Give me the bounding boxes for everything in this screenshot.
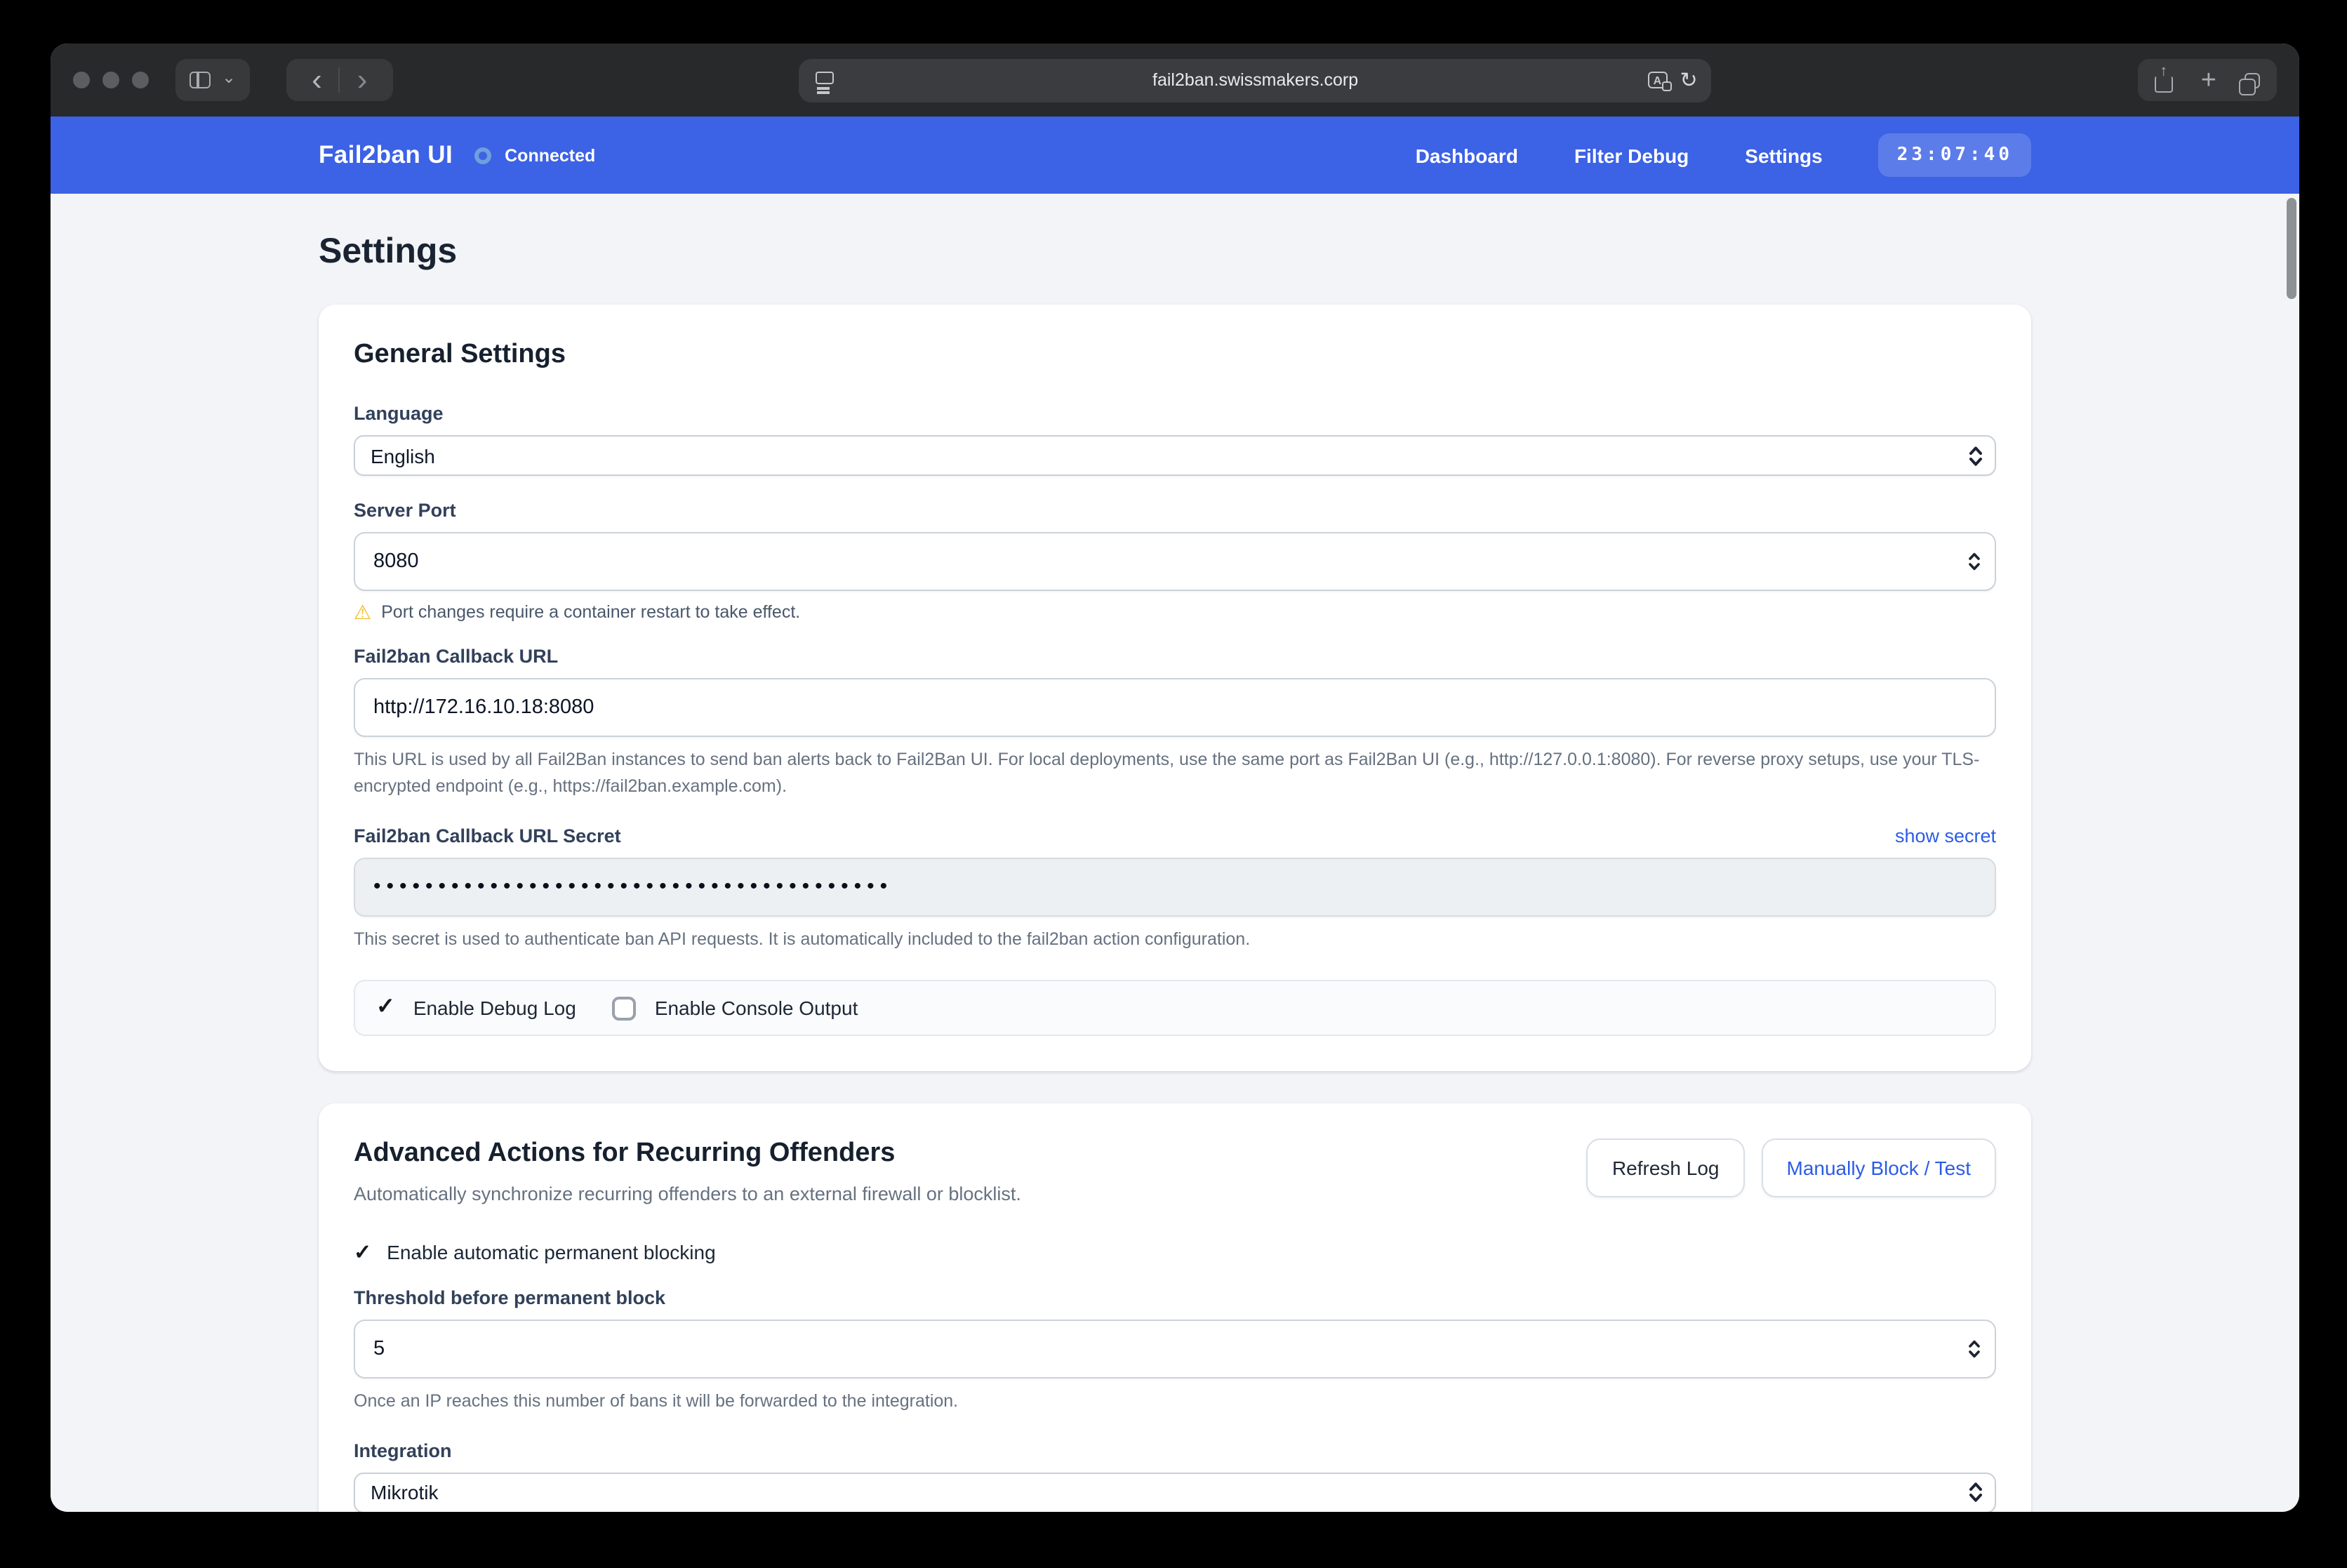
scrollbar-thumb[interactable] bbox=[2287, 198, 2296, 299]
general-settings-card: General Settings Language English Server… bbox=[319, 305, 2031, 1071]
toolbar-buttons: ↑ + bbox=[2138, 59, 2277, 101]
auto-permanent-blocking-label: Enable automatic permanent blocking bbox=[387, 1241, 716, 1263]
debug-log-checkbox[interactable]: ✓ bbox=[376, 997, 395, 1019]
clock-badge: 23:07:40 bbox=[1879, 133, 2031, 177]
manually-block-test-button[interactable]: Manually Block / Test bbox=[1762, 1138, 1997, 1197]
integration-label: Integration bbox=[354, 1440, 1996, 1461]
warning-icon: ⚠ bbox=[354, 602, 371, 622]
logging-options-panel: ✓ Enable Debug Log Enable Console Output bbox=[354, 980, 1996, 1036]
close-button[interactable] bbox=[73, 72, 90, 88]
select-caret-icon bbox=[1968, 1480, 1983, 1505]
browser-window: ⌄ ‹ › fail2ban.swissmakers.corp A ↻ bbox=[51, 44, 2299, 1512]
page-title: Settings bbox=[319, 232, 2031, 272]
show-secret-link[interactable]: show secret bbox=[1895, 825, 1996, 846]
advanced-actions-subtitle: Automatically synchronize recurring offe… bbox=[354, 1183, 1021, 1204]
app-navbar: Fail2ban UI Connected Dashboard Filter D… bbox=[51, 117, 2299, 194]
urlbar-area: fail2ban.swissmakers.corp A ↻ bbox=[392, 58, 2117, 102]
server-port-label: Server Port bbox=[354, 500, 1996, 521]
server-port-input[interactable] bbox=[354, 532, 1996, 591]
threshold-help: Once an IP reaches this number of bans i… bbox=[354, 1388, 1996, 1416]
callback-secret-input[interactable] bbox=[354, 858, 1996, 917]
debug-log-label: Enable Debug Log bbox=[413, 997, 576, 1019]
translate-badge-icon bbox=[1661, 81, 1671, 91]
connection-status-label: Connected bbox=[505, 145, 595, 165]
back-button[interactable]: ‹ bbox=[295, 62, 339, 98]
minimize-button[interactable] bbox=[102, 72, 119, 88]
refresh-log-button[interactable]: Refresh Log bbox=[1587, 1138, 1745, 1197]
nav-item-dashboard[interactable]: Dashboard bbox=[1416, 144, 1518, 166]
callback-secret-help: This secret is used to authenticate ban … bbox=[354, 926, 1996, 954]
console-output-checkbox[interactable] bbox=[613, 996, 637, 1020]
browser-titlebar: ⌄ ‹ › fail2ban.swissmakers.corp A ↻ bbox=[51, 44, 2299, 117]
tab-overview-icon[interactable] bbox=[2245, 72, 2260, 88]
callback-url-label: Fail2ban Callback URL bbox=[354, 646, 1996, 667]
advanced-actions-heading: Advanced Actions for Recurring Offenders bbox=[354, 1138, 1021, 1169]
sidebar-toggle-button[interactable]: ⌄ bbox=[175, 59, 250, 101]
chevron-down-icon: ⌄ bbox=[222, 69, 236, 86]
page-content: Settings General Settings Language Engli… bbox=[51, 194, 2299, 1512]
callback-url-input[interactable] bbox=[354, 678, 1996, 737]
callback-url-help: This URL is used by all Fail2Ban instanc… bbox=[354, 747, 1996, 802]
nav-item-settings[interactable]: Settings bbox=[1745, 144, 1822, 166]
sidebar-icon bbox=[190, 72, 211, 88]
auto-permanent-blocking-checkbox[interactable]: ✓ bbox=[354, 1242, 371, 1263]
advanced-actions-card: Advanced Actions for Recurring Offenders… bbox=[319, 1103, 2031, 1512]
app-title: Fail2ban UI bbox=[319, 140, 453, 170]
zoom-button[interactable] bbox=[132, 72, 149, 88]
callback-secret-label: Fail2ban Callback URL Secret bbox=[354, 825, 621, 846]
threshold-input[interactable] bbox=[354, 1320, 1996, 1378]
history-nav: ‹ › bbox=[286, 59, 392, 101]
forward-button[interactable]: › bbox=[340, 62, 385, 98]
language-select-value: English bbox=[371, 444, 435, 467]
language-label: Language bbox=[354, 403, 1996, 424]
number-stepper-icon[interactable] bbox=[1968, 550, 1981, 573]
server-port-warning: Port changes require a container restart… bbox=[381, 602, 800, 622]
share-icon[interactable]: ↑ bbox=[2155, 75, 2173, 92]
share-arrow-icon: ↑ bbox=[2160, 62, 2167, 79]
translate-letter: A bbox=[1654, 74, 1662, 86]
address-bar[interactable]: fail2ban.swissmakers.corp A ↻ bbox=[799, 58, 1712, 102]
language-select[interactable]: English bbox=[354, 435, 1996, 476]
select-caret-icon bbox=[1968, 443, 1983, 468]
console-output-label: Enable Console Output bbox=[655, 997, 858, 1019]
reload-icon[interactable]: ↻ bbox=[1680, 69, 1697, 91]
number-stepper-icon[interactable] bbox=[1968, 1338, 1981, 1360]
translate-icon[interactable]: A bbox=[1647, 72, 1667, 88]
screenshot-root: ⌄ ‹ › fail2ban.swissmakers.corp A ↻ bbox=[0, 0, 2347, 1568]
connection-status-icon bbox=[474, 147, 491, 164]
threshold-label: Threshold before permanent block bbox=[354, 1287, 1996, 1308]
page-format-icon bbox=[816, 71, 835, 84]
window-controls bbox=[73, 72, 149, 88]
general-settings-heading: General Settings bbox=[354, 340, 1996, 371]
nav-item-filter-debug[interactable]: Filter Debug bbox=[1574, 144, 1689, 166]
integration-select-value: Mikrotik bbox=[371, 1481, 438, 1503]
url-text: fail2ban.swissmakers.corp bbox=[1152, 70, 1358, 90]
integration-select[interactable]: Mikrotik bbox=[354, 1472, 1996, 1512]
new-tab-icon[interactable]: + bbox=[2201, 67, 2216, 93]
